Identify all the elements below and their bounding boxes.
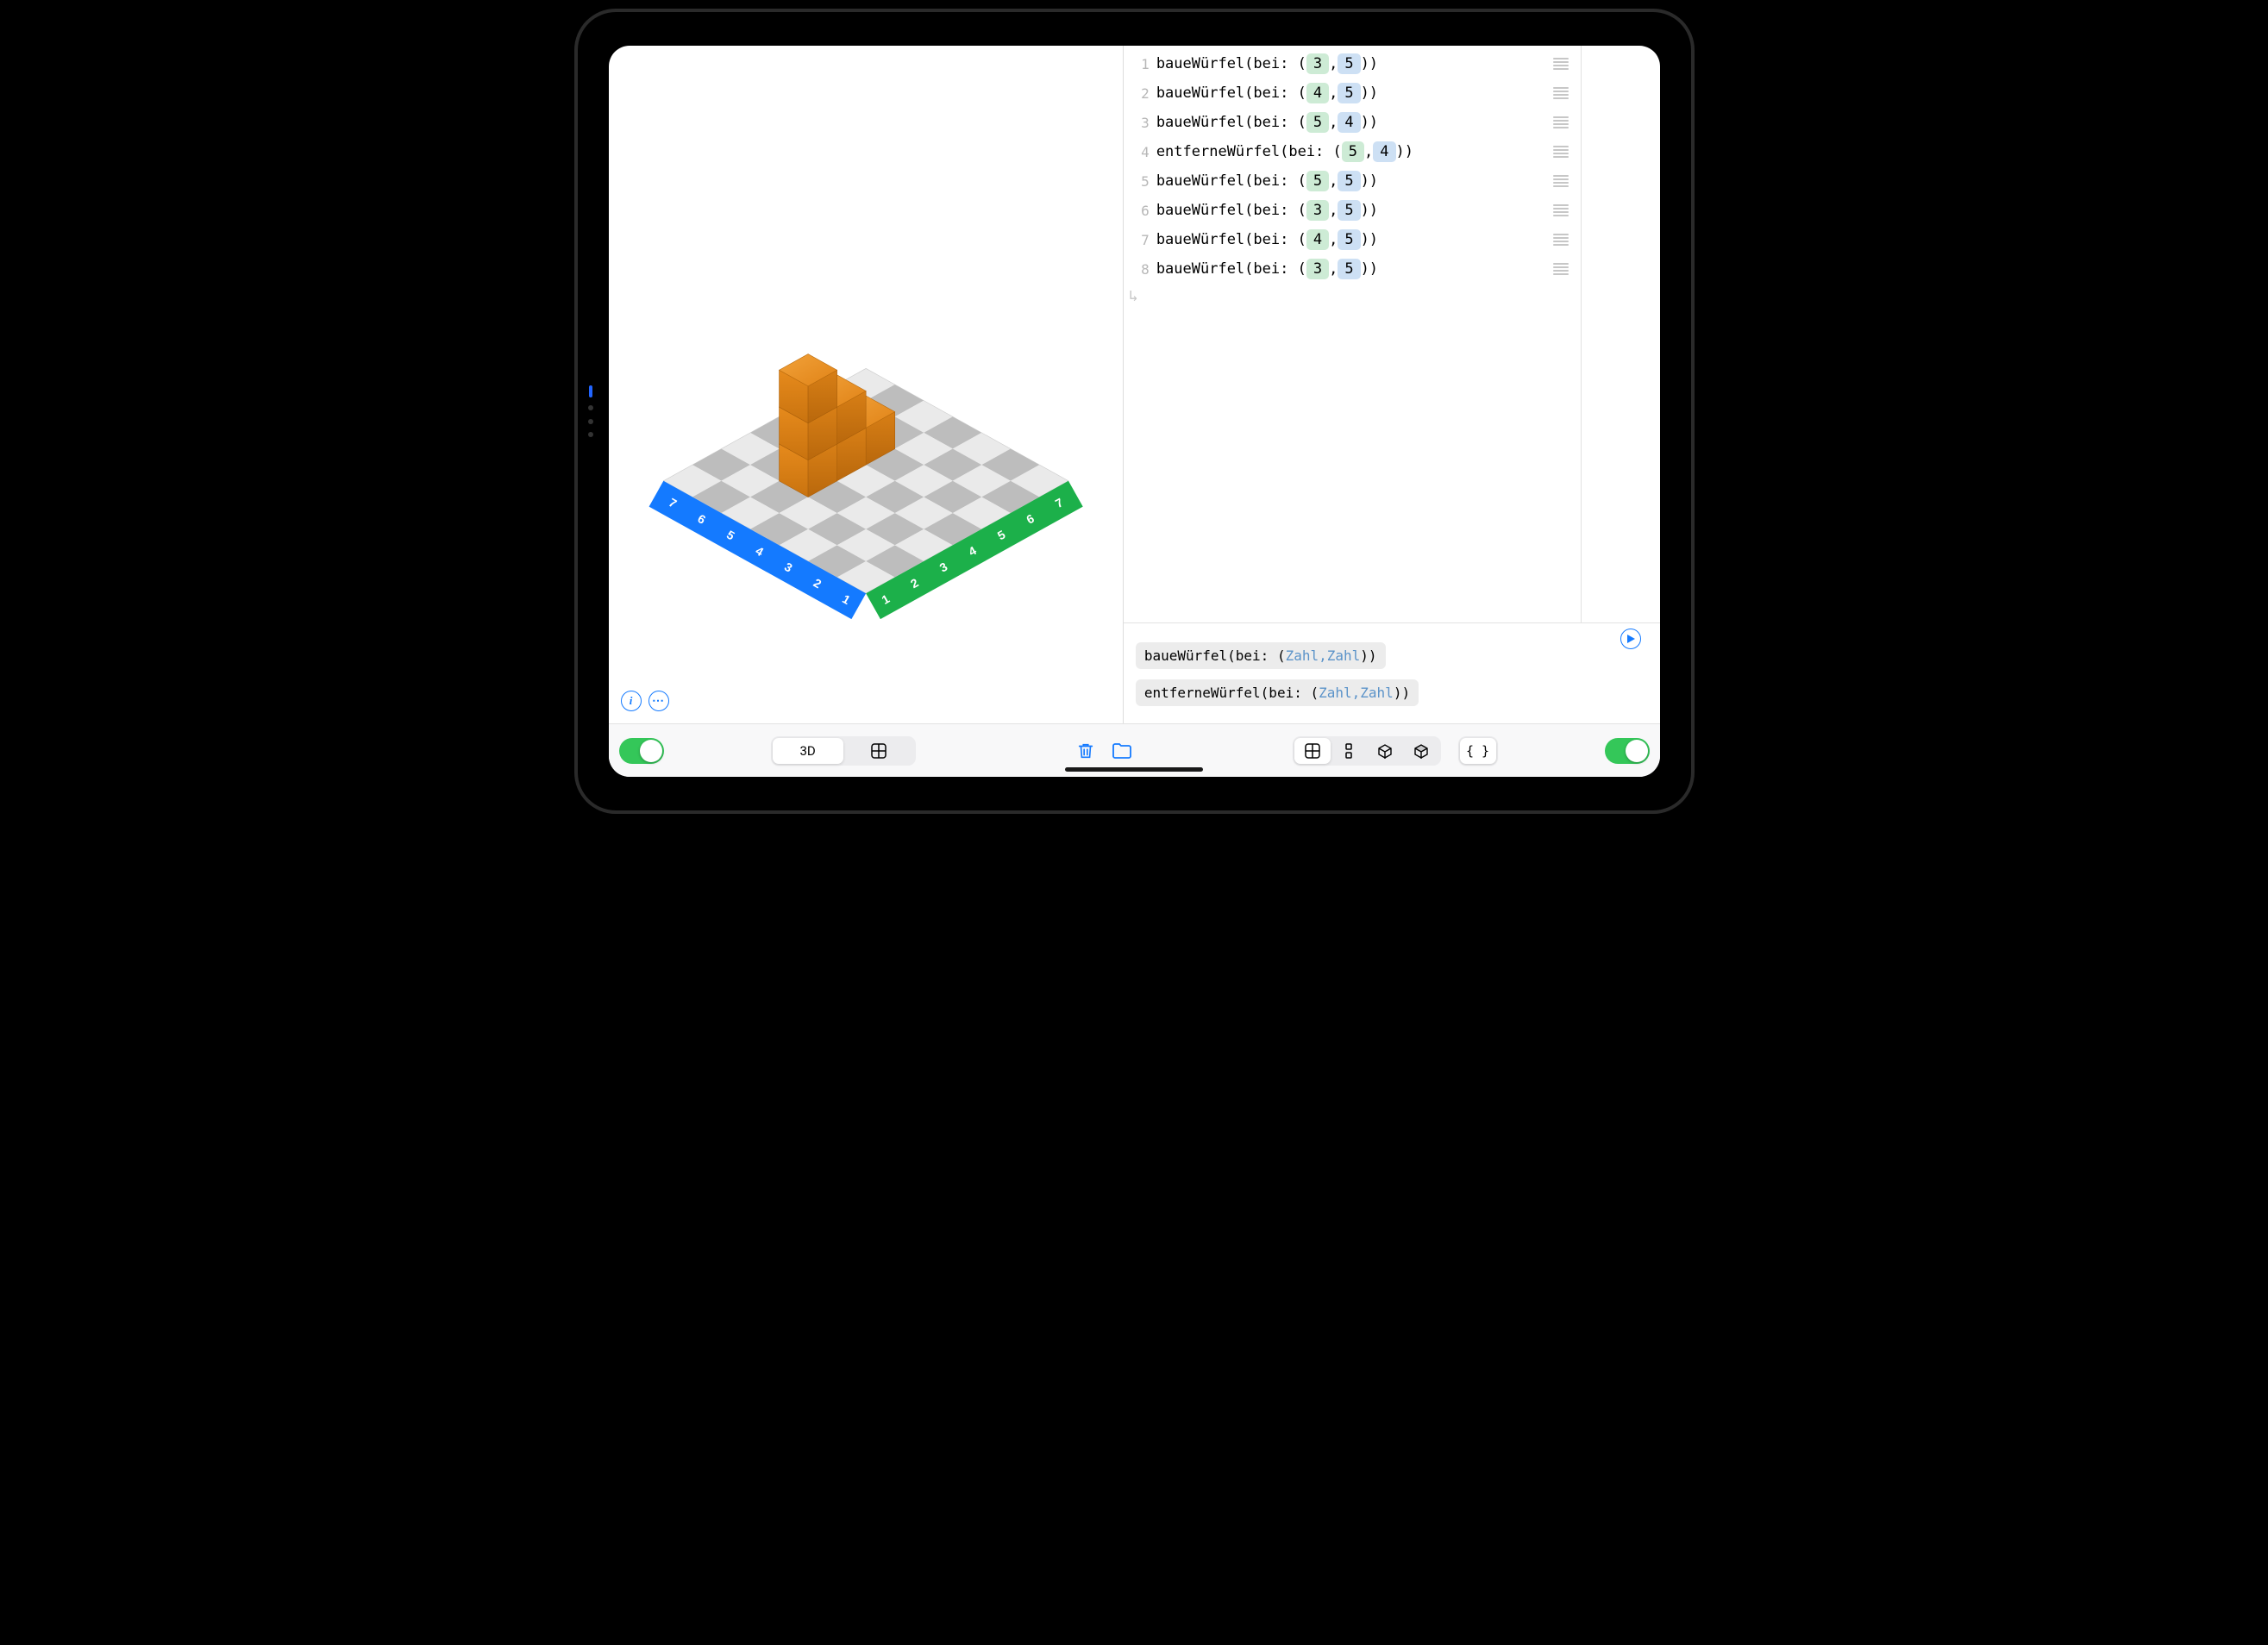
view-mode-segmented[interactable]: 3D — [771, 736, 916, 766]
code-line[interactable]: 2baueWürfel(bei: ( 4 , 5 )) — [1124, 78, 1581, 108]
folder-icon — [1112, 741, 1132, 760]
display-mode-group[interactable] — [1293, 736, 1441, 766]
code-line[interactable]: 5baueWürfel(bei: ( 5 , 5 )) — [1124, 166, 1581, 196]
param-1[interactable]: 5 — [1306, 171, 1329, 191]
snippet-area: baueWürfel(bei: (Zahl,Zahl)) entferneWürf… — [1124, 623, 1660, 723]
mode-grid-button[interactable] — [1294, 738, 1331, 764]
placeholder: Zahl,Zahl — [1286, 647, 1361, 664]
code-line[interactable]: 1baueWürfel(bei: ( 3 , 5 )) — [1124, 49, 1581, 78]
trash-icon — [1076, 741, 1095, 760]
right-toggle[interactable] — [1605, 738, 1650, 764]
code-text: baueWürfel(bei: ( — [1156, 84, 1306, 102]
code-text: baueWürfel(bei: ( — [1156, 260, 1306, 278]
info-button[interactable]: i — [621, 691, 642, 711]
param-1[interactable]: 5 — [1342, 141, 1364, 162]
code-text: baueWürfel(bei: ( — [1156, 172, 1306, 190]
snippet-chip[interactable]: baueWürfel(bei: (Zahl,Zahl)) — [1136, 642, 1386, 669]
grid-icon — [871, 743, 887, 759]
param-2[interactable]: 5 — [1338, 83, 1360, 103]
line-number: 5 — [1131, 173, 1150, 190]
param-2[interactable]: 4 — [1338, 112, 1360, 133]
drag-handle-icon[interactable] — [1553, 234, 1569, 246]
code-line[interactable]: 6baueWürfel(bei: ( 3 , 5 )) — [1124, 196, 1581, 225]
param-1[interactable]: 4 — [1306, 229, 1329, 250]
view-3d-tab[interactable]: 3D — [773, 738, 843, 764]
drag-handle-icon[interactable] — [1553, 175, 1569, 187]
code-text: baueWürfel(bei: ( — [1156, 55, 1306, 72]
param-2[interactable]: 4 — [1373, 141, 1395, 162]
ipad-frame: 1234567 1234567 i ⋯ 1bau — [574, 9, 1695, 814]
line-number: 1 — [1131, 56, 1150, 72]
drag-handle-icon[interactable] — [1553, 146, 1569, 158]
split-icon — [1342, 743, 1356, 759]
drag-handle-icon[interactable] — [1553, 263, 1569, 275]
mode-cube-button[interactable] — [1403, 738, 1439, 764]
line-number: 2 — [1131, 85, 1150, 102]
mode-split-button[interactable] — [1331, 738, 1367, 764]
result-sidebar — [1581, 46, 1660, 622]
code-editor[interactable]: 1baueWürfel(bei: ( 3 , 5 ))2baueWürfel(b… — [1124, 46, 1581, 622]
param-1[interactable]: 5 — [1306, 112, 1329, 133]
code-text: baueWürfel(bei: ( — [1156, 114, 1306, 131]
scene-pane: 1234567 1234567 i ⋯ — [609, 46, 1124, 723]
drag-handle-icon[interactable] — [1553, 116, 1569, 128]
scene-3d-view[interactable]: 1234567 1234567 — [609, 46, 1123, 723]
code-text: baueWürfel(bei: ( — [1156, 202, 1306, 219]
run-button[interactable] — [1620, 629, 1641, 649]
line-number: 4 — [1131, 144, 1150, 160]
placeholder: Zahl,Zahl — [1319, 685, 1394, 701]
snippet-chip[interactable]: entferneWürfel(bei: (Zahl,Zahl)) — [1136, 679, 1419, 706]
insert-cursor-icon: ↳ — [1129, 287, 1581, 305]
code-line[interactable]: 7baueWürfel(bei: ( 4 , 5 )) — [1124, 225, 1581, 254]
cube-icon — [1413, 742, 1430, 760]
info-icon: i — [630, 694, 633, 708]
param-1[interactable]: 4 — [1306, 83, 1329, 103]
braces-button[interactable]: { } — [1460, 738, 1496, 764]
line-number: 6 — [1131, 203, 1150, 219]
param-2[interactable]: 5 — [1338, 53, 1360, 74]
braces-icon: { } — [1466, 743, 1489, 759]
open-button[interactable] — [1109, 738, 1135, 764]
line-number: 7 — [1131, 232, 1150, 248]
left-toggle[interactable] — [619, 738, 664, 764]
view-3d-label: 3D — [800, 743, 816, 759]
drag-handle-icon[interactable] — [1553, 58, 1569, 70]
code-line[interactable]: 3baueWürfel(bei: ( 5 , 4 )) — [1124, 108, 1581, 137]
param-2[interactable]: 5 — [1338, 171, 1360, 191]
param-1[interactable]: 3 — [1306, 200, 1329, 221]
code-line[interactable]: 4entferneWürfel(bei: ( 5 , 4 )) — [1124, 137, 1581, 166]
param-2[interactable]: 5 — [1338, 259, 1360, 279]
delete-button[interactable] — [1073, 738, 1099, 764]
braces-group[interactable]: { } — [1458, 736, 1498, 766]
code-line[interactable]: 8baueWürfel(bei: ( 3 , 5 )) — [1124, 254, 1581, 284]
view-grid-tab[interactable] — [843, 738, 914, 764]
param-1[interactable]: 3 — [1306, 53, 1329, 74]
code-text: entferneWürfel(bei: ( — [1156, 143, 1342, 160]
ipad-side-buttons — [588, 385, 593, 437]
drag-handle-icon[interactable] — [1553, 204, 1569, 216]
grid-icon — [1305, 743, 1320, 759]
home-indicator[interactable] — [1065, 767, 1203, 772]
code-pane: 1baueWürfel(bei: ( 3 , 5 ))2baueWürfel(b… — [1124, 46, 1660, 723]
line-number: 8 — [1131, 261, 1150, 278]
play-icon — [1626, 635, 1635, 643]
mode-cube-outline-button[interactable] — [1367, 738, 1403, 764]
cube-outline-icon — [1376, 742, 1394, 760]
drag-handle-icon[interactable] — [1553, 87, 1569, 99]
param-2[interactable]: 5 — [1338, 229, 1360, 250]
app-screen: 1234567 1234567 i ⋯ 1bau — [609, 46, 1660, 777]
code-text: baueWürfel(bei: ( — [1156, 231, 1306, 248]
line-number: 3 — [1131, 115, 1150, 131]
param-1[interactable]: 3 — [1306, 259, 1329, 279]
more-button[interactable]: ⋯ — [648, 691, 669, 711]
param-2[interactable]: 5 — [1338, 200, 1360, 221]
